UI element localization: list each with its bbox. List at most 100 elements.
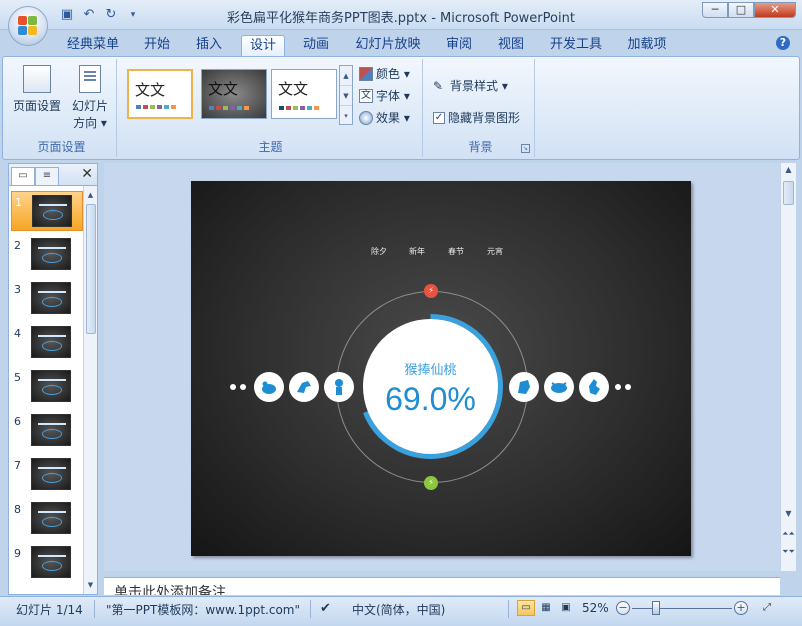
colors-button[interactable]: 颜色 ▾ [359,65,410,83]
slide-sorter-view-icon[interactable]: ▦ [537,600,555,616]
next-slide-icon[interactable]: ⏷⏷ [781,547,796,557]
zoom-slider[interactable] [632,608,732,609]
zodiac-rooster-icon [579,372,609,402]
slide-thumbnail[interactable]: 8 [11,499,83,539]
zoom-out-icon[interactable]: − [616,601,630,615]
scroll-thumb[interactable] [86,204,96,334]
divider [94,600,95,618]
background-group-label: 背景 [468,140,493,154]
scroll-thumb[interactable] [783,181,794,205]
slide-canvas: 除夕 新年 春节 元宵 猴捧仙桃 69.0% ⚡ ⚡ [104,163,780,571]
thumbnail-preview [31,238,71,270]
tab-developer[interactable]: 开发工具 [545,35,607,57]
thumbnail-number: 8 [14,503,21,516]
tab-review[interactable]: 审阅 [440,35,478,57]
zodiac-rat-icon [254,372,284,402]
maximize-button[interactable]: □ [728,2,754,18]
slide-counter: 幻灯片 1/14 [16,603,83,617]
window-title: 彩色扁平化猴年商务PPT图表.pptx - Microsoft PowerPoi… [227,11,575,26]
scroll-up-icon[interactable]: ▲ [84,188,97,202]
slide-dot [230,384,236,390]
office-logo-icon [18,16,38,36]
slide-menu-item: 除夕 [371,247,387,256]
thumbnail-number: 5 [14,371,21,384]
slides-pane: ▭ ≡ ✕ 1 2 3 4 5 6 7 8 9 ▲ ▼ [8,163,98,595]
slide-thumbnail[interactable]: 4 [11,323,83,363]
outline-tab-icon[interactable]: ≡ [35,167,59,185]
effects-button[interactable]: 效果 ▾ [359,109,410,127]
thumbnail-preview [31,370,71,402]
slide-thumbnail[interactable]: 1 [11,191,83,231]
hide-background-graphics-checkbox[interactable]: ✓ 隐藏背景图形 [433,109,520,127]
scroll-down-icon[interactable]: ▼ [84,578,97,592]
page-setup-icon [23,65,51,93]
theme-plain[interactable]: 文文 [271,69,337,119]
minimize-button[interactable]: ─ [702,2,728,18]
normal-view-icon[interactable]: ▭ [517,600,535,616]
thumbnail-number: 7 [14,459,21,472]
status-bar: 幻灯片 1/14 "第一PPT模板网：www.1ppt.com" ✔ 中文(简体… [0,596,802,626]
close-pane-icon[interactable]: ✕ [81,166,93,182]
slide-thumbnail[interactable]: 5 [11,367,83,407]
previous-slide-icon[interactable]: ⏶⏶ [781,529,796,539]
title-bar: ▣ ↶ ↻ ▾ 彩色扁平化猴年商务PPT图表.pptx - Microsoft … [0,0,802,30]
tab-classic-menu[interactable]: 经典菜单 [62,35,124,57]
page-setup-button[interactable]: 页面设置 [13,65,61,114]
scroll-down-icon[interactable]: ▼ [781,509,796,518]
slides-tab-icon[interactable]: ▭ [11,167,35,185]
divider [310,600,311,618]
fonts-button[interactable]: 文 字体 ▾ [359,87,410,105]
scroll-up-icon[interactable]: ▲ [781,165,796,174]
colors-icon [359,67,373,81]
slide-show-view-icon[interactable]: ▣ [557,600,575,616]
zoom-level[interactable]: 52% [582,601,609,615]
zoom-in-icon[interactable]: + [734,601,748,615]
background-styles-button[interactable]: ✎ 背景样式 ▾ [433,77,508,95]
spell-check-icon[interactable]: ✔ [320,601,331,616]
tab-insert[interactable]: 插入 [190,35,228,57]
thumbnail-preview [31,282,71,314]
tab-design[interactable]: 设计 [241,35,285,57]
zodiac-ox-icon [544,372,574,402]
help-icon[interactable]: ? [776,36,790,50]
tab-add-ins[interactable]: 加载项 [622,35,672,57]
current-slide[interactable]: 除夕 新年 春节 元宵 猴捧仙桃 69.0% ⚡ ⚡ [191,181,691,556]
close-button[interactable]: ✕ [754,2,796,18]
slides-pane-scrollbar[interactable]: ▲ ▼ [83,186,97,594]
thumbnail-number: 4 [14,327,21,340]
slide-dot [240,384,246,390]
scroll-down-icon[interactable]: ▼ [340,86,352,106]
checkbox-checked-icon[interactable]: ✓ [433,112,445,124]
slide-scrollbar[interactable]: ▲ ▼ ⏶⏶ ⏷⏷ [780,163,796,571]
zodiac-tiger-icon [509,372,539,402]
effects-icon [359,111,373,125]
theme-gallery-scroll[interactable]: ▲ ▼ ▾ [339,65,353,125]
window-controls: ─ □ ✕ [702,2,796,18]
theme-name: "第一PPT模板网：www.1ppt.com" [106,603,301,617]
zoom-slider-knob[interactable] [652,601,660,615]
fit-to-window-icon[interactable]: ⤢ [758,600,776,616]
office-button[interactable] [8,6,48,46]
slide-thumbnail[interactable]: 9 [11,543,83,583]
gallery-more-icon[interactable]: ▾ [340,106,352,126]
slide-thumbnail[interactable]: 6 [11,411,83,451]
slide-orientation-button[interactable]: 幻灯片 方向 ▾ [67,65,113,131]
lightning-green-icon: ⚡ [424,476,438,490]
tab-slide-show[interactable]: 幻灯片放映 [350,35,426,57]
scroll-up-icon[interactable]: ▲ [340,66,352,86]
theme-swatches [209,106,249,110]
slide-thumbnail[interactable]: 7 [11,455,83,495]
language-indicator[interactable]: 中文(简体，中国) [352,601,445,618]
theme-dark[interactable]: 文文 [201,69,267,119]
page-setup-group-label: 页面设置 [37,140,86,154]
tab-animations[interactable]: 动画 [297,35,335,57]
slide-thumbnail[interactable]: 3 [11,279,83,319]
slide-thumbnail[interactable]: 2 [11,235,83,275]
theme-office[interactable]: 文文 [127,69,193,119]
zodiac-horse-icon [289,372,319,402]
slide-dot [615,384,621,390]
tab-view[interactable]: 视图 [492,35,530,57]
notes-pane[interactable]: 单击此处添加备注 [104,577,780,595]
themes-group-label: 主题 [258,140,283,154]
tab-home[interactable]: 开始 [138,35,176,57]
